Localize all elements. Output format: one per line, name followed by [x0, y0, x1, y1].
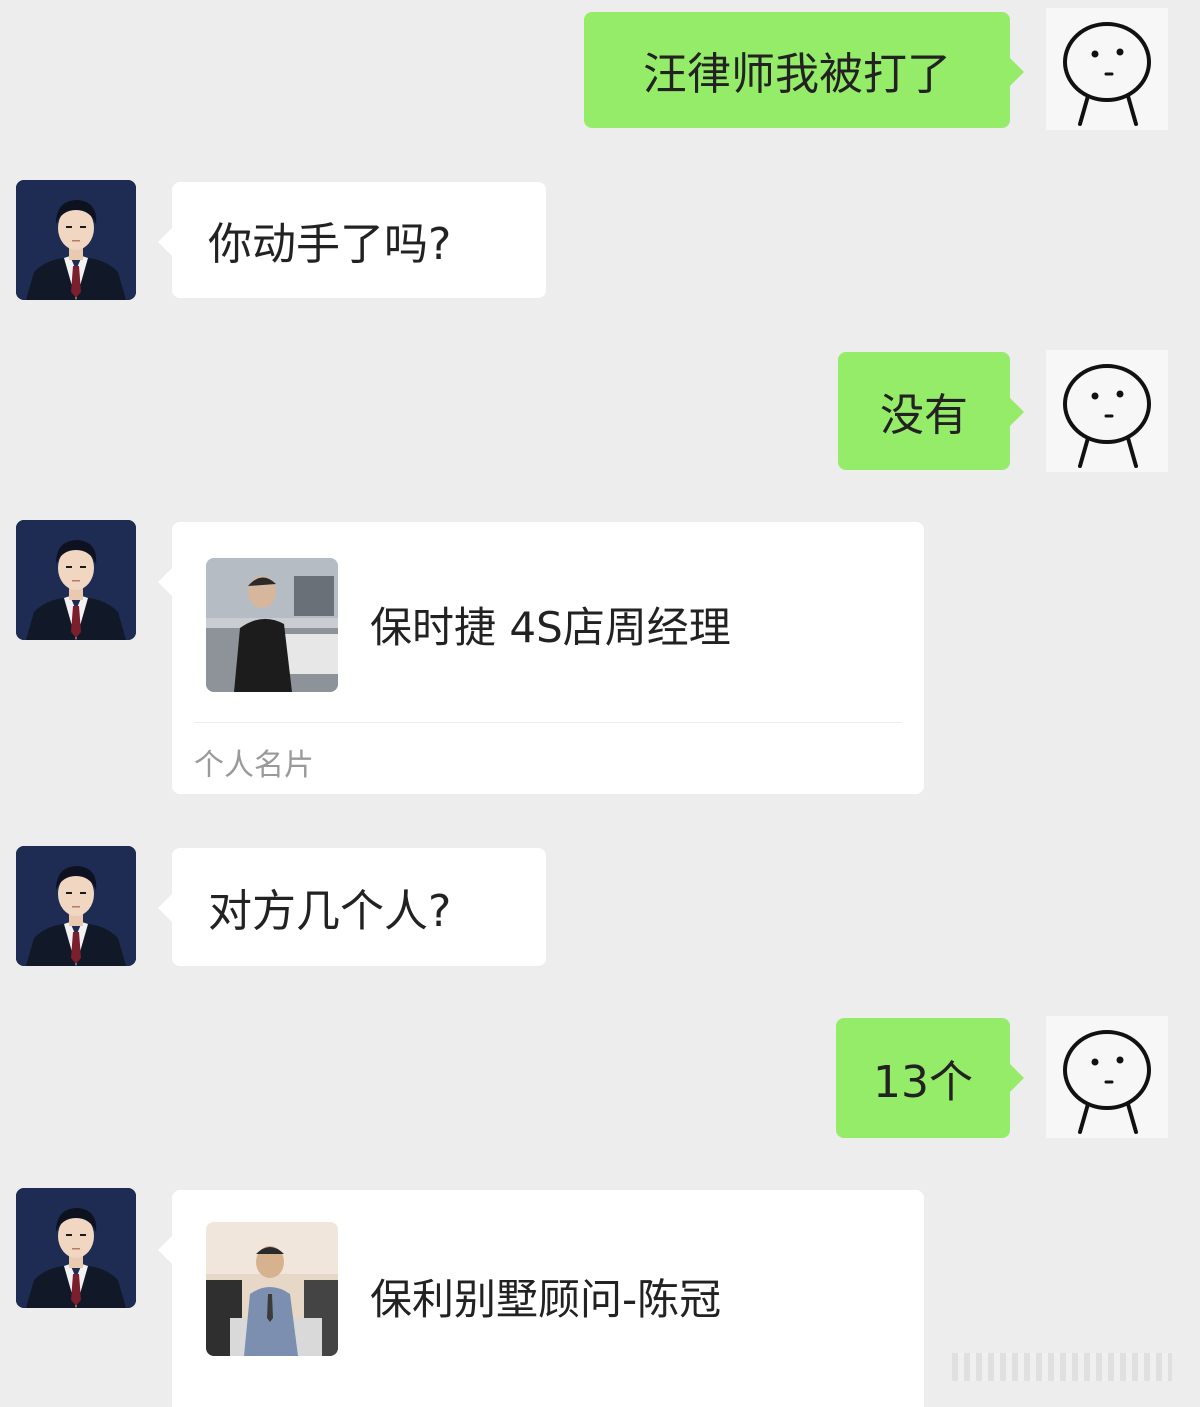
contact-name: 保利别墅顾问-陈冠 — [370, 1275, 722, 1324]
watermark — [952, 1353, 1172, 1381]
lawyer-avatar-icon[interactable] — [16, 520, 136, 640]
message-text: 13个 — [873, 1057, 973, 1108]
message-text: 汪律师我被打了 — [643, 49, 951, 100]
message-bubble[interactable]: 对方几个人? — [158, 848, 546, 966]
stick-figure-face-icon[interactable] — [1046, 350, 1168, 472]
stick-figure-face-icon[interactable] — [1046, 1016, 1168, 1138]
lawyer-avatar-icon[interactable] — [16, 180, 136, 300]
message-bubble[interactable]: 没有 — [838, 352, 1024, 470]
stick-figure-face-icon[interactable] — [1046, 8, 1168, 130]
message-bubble[interactable]: 你动手了吗? — [158, 182, 546, 298]
message-bubble[interactable]: 13个 — [836, 1018, 1024, 1138]
contact-card[interactable]: 保时捷 4S店周经理 个人名片 — [158, 522, 924, 794]
lawyer-avatar-icon[interactable] — [16, 846, 136, 966]
contact-name: 保时捷 4S店周经理 — [370, 603, 731, 652]
message-text: 对方几个人? — [208, 886, 452, 937]
lawyer-avatar-icon[interactable] — [16, 1188, 136, 1308]
message-text: 没有 — [880, 390, 968, 441]
message-bubble[interactable]: 汪律师我被打了 — [584, 12, 1024, 128]
card-type-label: 个人名片 — [194, 748, 314, 783]
message-text: 你动手了吗? — [208, 219, 452, 270]
card-divider — [194, 722, 902, 723]
contact-card[interactable]: 保利别墅顾问-陈冠 — [158, 1190, 924, 1407]
contact-photo — [206, 558, 338, 692]
contact-photo — [206, 1222, 338, 1356]
